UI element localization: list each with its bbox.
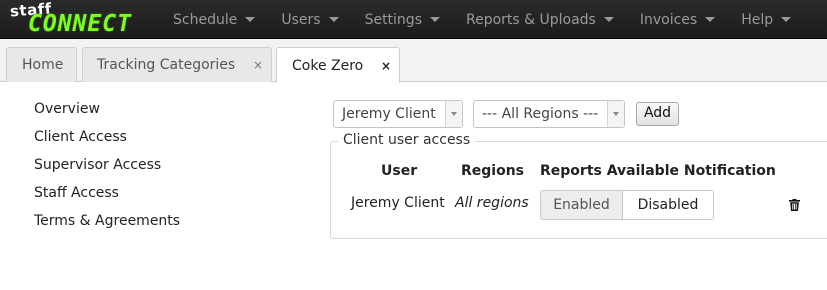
- row-regions: All regions: [455, 195, 529, 211]
- disabled-option[interactable]: Disabled: [623, 191, 713, 219]
- menu-users-label: Users: [281, 11, 321, 28]
- sidebar-item-client-access[interactable]: Client Access: [34, 125, 180, 153]
- region-select-value: --- All Regions ---: [482, 106, 599, 122]
- enabled-option[interactable]: Enabled: [541, 191, 623, 219]
- sidebar-item-overview[interactable]: Overview: [34, 97, 180, 125]
- sidebar-item-staff-access[interactable]: Staff Access: [34, 181, 180, 209]
- fieldset-legend: Client user access: [338, 132, 476, 148]
- sidebar-item-supervisor-access[interactable]: Supervisor Access: [34, 153, 180, 181]
- tab-tracking-categories[interactable]: Tracking Categories ×: [82, 47, 272, 82]
- top-navbar: staff CONNECT Schedule Users Settings Re…: [0, 0, 827, 39]
- menu-reports-uploads[interactable]: Reports & Uploads: [453, 0, 627, 39]
- row-user: Jeremy Client: [351, 195, 445, 211]
- client-select[interactable]: Jeremy Client: [333, 100, 463, 128]
- notification-toggle: Enabled Disabled: [540, 190, 714, 220]
- tab-home-label: Home: [22, 57, 64, 73]
- logo-text-bottom: CONNECT: [28, 11, 132, 37]
- menu-settings[interactable]: Settings: [352, 0, 453, 39]
- caret-down-icon: [328, 17, 339, 22]
- staffconnect-logo[interactable]: staff CONNECT: [8, 0, 150, 37]
- menu-help[interactable]: Help: [728, 0, 804, 39]
- dropdown-arrow-icon: [445, 101, 462, 127]
- tab-coke-zero-label: Coke Zero: [292, 57, 364, 74]
- sidebar-nav: Overview Client Access Supervisor Access…: [34, 97, 180, 237]
- header-user: User: [381, 163, 418, 179]
- menu-schedule[interactable]: Schedule: [160, 0, 268, 39]
- menu-invoices-label: Invoices: [639, 11, 698, 28]
- main-menu: Schedule Users Settings Reports & Upload…: [160, 0, 804, 39]
- header-reports-notification: Reports Available Notification: [540, 163, 776, 179]
- caret-down-icon: [245, 17, 256, 22]
- dropdown-arrow-icon: [607, 101, 624, 127]
- menu-settings-label: Settings: [364, 11, 422, 28]
- tab-coke-zero[interactable]: Coke Zero ×: [276, 47, 400, 83]
- caret-down-icon: [429, 17, 440, 22]
- caret-down-icon: [603, 17, 614, 22]
- sidebar-item-terms-agreements[interactable]: Terms & Agreements: [34, 209, 180, 237]
- menu-invoices[interactable]: Invoices: [627, 0, 728, 39]
- menu-help-label: Help: [741, 11, 774, 28]
- region-select[interactable]: --- All Regions ---: [473, 100, 625, 128]
- close-tab-icon[interactable]: ×: [381, 59, 391, 73]
- menu-schedule-label: Schedule: [173, 11, 238, 28]
- trash-icon[interactable]: [789, 199, 800, 211]
- client-select-value: Jeremy Client: [342, 106, 436, 122]
- add-button[interactable]: Add: [636, 102, 679, 126]
- header-regions: Regions: [461, 163, 525, 179]
- close-tab-icon[interactable]: ×: [253, 58, 263, 72]
- caret-down-icon: [781, 17, 792, 22]
- menu-reports-uploads-label: Reports & Uploads: [465, 11, 596, 28]
- tab-home[interactable]: Home: [6, 47, 77, 82]
- caret-down-icon: [705, 17, 716, 22]
- tab-strip: Home Tracking Categories × Coke Zero ×: [0, 39, 827, 83]
- tab-tracking-categories-label: Tracking Categories: [97, 57, 236, 73]
- menu-users[interactable]: Users: [268, 0, 351, 39]
